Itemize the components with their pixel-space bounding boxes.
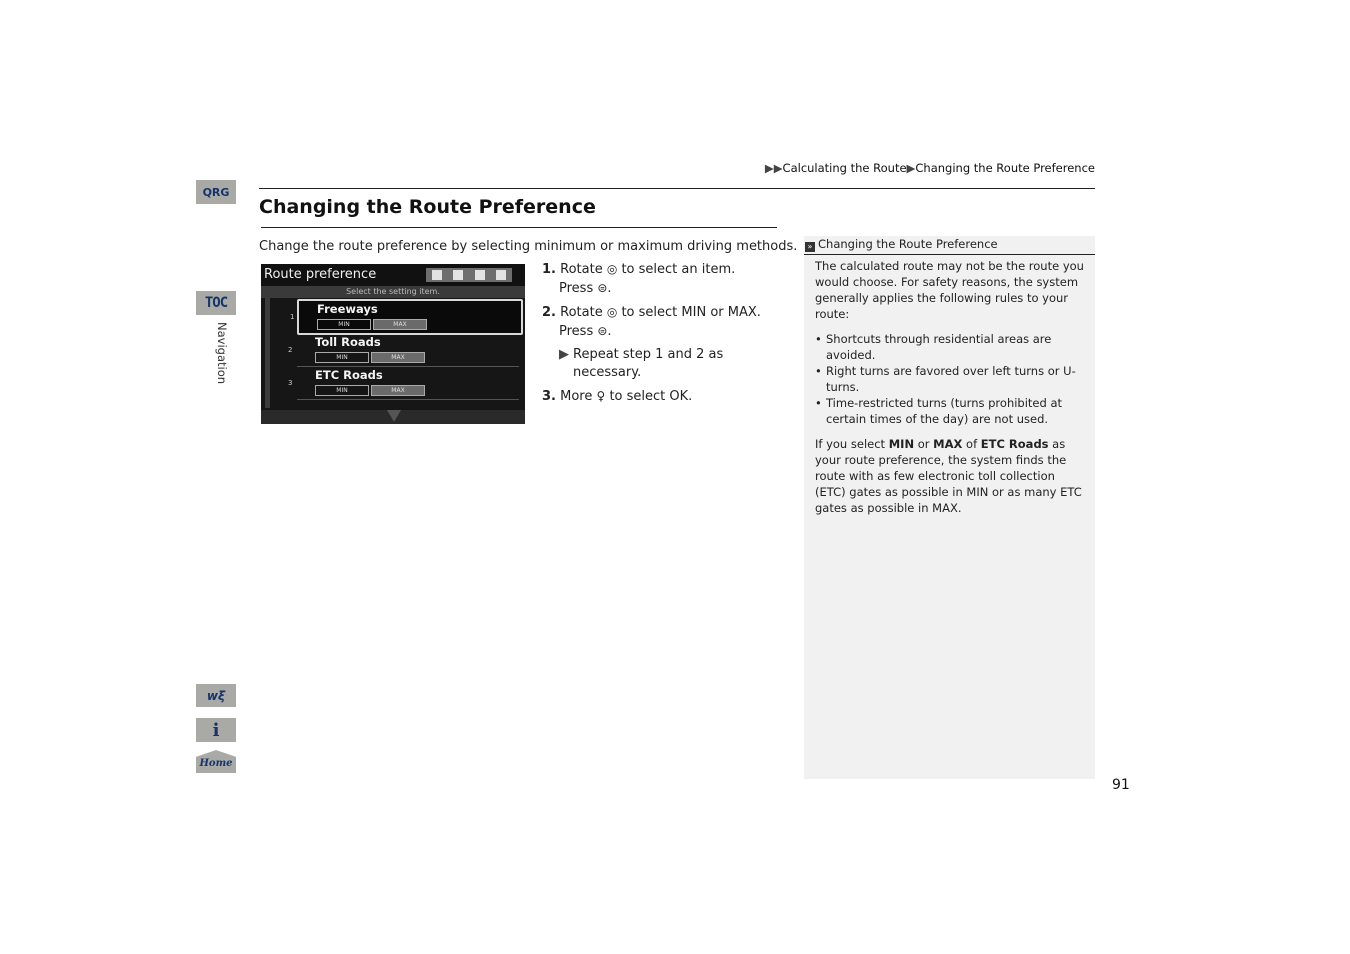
text: of bbox=[962, 437, 981, 451]
row-number: 2 bbox=[288, 346, 293, 354]
max-option: MAX bbox=[373, 319, 427, 330]
qrg-tab[interactable]: QRG bbox=[196, 180, 236, 204]
max-label: MAX bbox=[727, 305, 757, 320]
step-number: 2. bbox=[542, 305, 556, 320]
step-1: 1. Rotate ◎ to select an item. Press ⊜. bbox=[542, 262, 736, 296]
step-number: 3. bbox=[542, 389, 556, 404]
max-option: MAX bbox=[371, 385, 425, 396]
press-knob-icon: ⊜ bbox=[597, 324, 608, 338]
steps-list: 1. Rotate ◎ to select an item. Press ⊜. … bbox=[542, 260, 782, 411]
home-tab[interactable]: Home bbox=[196, 750, 236, 773]
etc-roads-row: 3 ETC Roads MIN MAX bbox=[288, 367, 519, 400]
min-term: MIN bbox=[888, 437, 915, 451]
screen-scrollbar bbox=[265, 298, 270, 408]
double-chevron-icon: » bbox=[805, 242, 815, 252]
max-term: MAX bbox=[933, 437, 963, 451]
row-number: 1 bbox=[290, 313, 295, 321]
map-icon bbox=[474, 270, 485, 280]
freeways-row: 1 Freeways MIN MAX bbox=[290, 299, 523, 335]
step-3: 3. More ♀ to select OK. bbox=[542, 387, 782, 406]
breadcrumb-arrows-icon: ▶▶ bbox=[764, 161, 783, 175]
screen-status-icons bbox=[426, 268, 512, 282]
screen-subtitle: Select the setting item. bbox=[261, 286, 525, 298]
screen-footer bbox=[261, 410, 525, 424]
voice-command-icon: wξ bbox=[206, 688, 226, 703]
screen-title: Route preference bbox=[264, 267, 377, 282]
max-option: MAX bbox=[371, 352, 425, 363]
sidebar-heading: » Changing the Route Preference bbox=[804, 236, 1095, 255]
step-text: to select bbox=[609, 389, 666, 404]
step-text: Rotate bbox=[560, 305, 603, 320]
step-text: More bbox=[560, 389, 593, 404]
step-2: 2. Rotate ◎ to select MIN or MAX. Press … bbox=[542, 305, 761, 339]
scroll-down-icon bbox=[387, 410, 401, 422]
breadcrumb: ▶▶Calculating the Route▶Changing the Rou… bbox=[765, 161, 1095, 175]
row-number: 3 bbox=[288, 379, 293, 387]
step-text: to select bbox=[621, 305, 678, 320]
row-label: Freeways bbox=[317, 302, 378, 316]
row-label: Toll Roads bbox=[315, 335, 381, 349]
step-text: Rotate bbox=[560, 262, 603, 277]
min-option: MIN bbox=[317, 319, 371, 330]
title-rule bbox=[261, 227, 777, 228]
step-text: . bbox=[688, 389, 693, 404]
note-arrow-icon: ▶ bbox=[559, 347, 569, 362]
etc-roads-term: ETC Roads bbox=[980, 437, 1049, 451]
breadcrumb-item[interactable]: Calculating the Route bbox=[783, 161, 907, 175]
intro-text: Change the route preference by selecting… bbox=[259, 239, 798, 254]
route-preference-screenshot: Route preference Select the setting item… bbox=[261, 264, 525, 424]
toll-icon bbox=[453, 270, 464, 280]
screen-header: Route preference bbox=[261, 264, 525, 287]
step-note: ▶ Repeat step 1 and 2 as necessary. bbox=[542, 346, 782, 382]
step-text: . bbox=[756, 305, 761, 320]
sidebar-bullets: Shortcuts through residential areas are … bbox=[815, 331, 1085, 427]
list-item: Right turns are favored over left turns … bbox=[815, 363, 1085, 395]
sidebar-paragraph: The calculated route may not be the rout… bbox=[815, 259, 1084, 321]
page-title: Changing the Route Preference bbox=[259, 196, 596, 218]
min-label: MIN bbox=[681, 305, 707, 320]
min-option: MIN bbox=[315, 385, 369, 396]
sidebar-body: The calculated route may not be the rout… bbox=[815, 258, 1085, 525]
toll-roads-row: 2 Toll Roads MIN MAX bbox=[288, 334, 519, 367]
rotate-knob-icon: ◎ bbox=[606, 262, 618, 276]
text: or bbox=[914, 437, 934, 451]
step-number: 1. bbox=[542, 262, 556, 277]
step-text: Press bbox=[559, 281, 594, 296]
list-item: Shortcuts through residential areas are … bbox=[815, 331, 1085, 363]
min-option: MIN bbox=[315, 352, 369, 363]
route-icon bbox=[431, 270, 442, 280]
toc-tab[interactable]: TOC bbox=[196, 291, 236, 315]
rotate-knob-icon: ◎ bbox=[606, 305, 618, 319]
sidebar-note: » Changing the Route Preference The calcu… bbox=[804, 236, 1095, 779]
move-down-knob-icon: ♀ bbox=[596, 389, 606, 403]
page-number: 91 bbox=[1112, 777, 1130, 793]
info-icon: i bbox=[212, 719, 220, 741]
breadcrumb-item[interactable]: Changing the Route Preference bbox=[915, 161, 1095, 175]
sidebar-paragraph: If you select MIN or MAX of ETC Roads as… bbox=[815, 436, 1085, 516]
lock-icon bbox=[496, 270, 507, 280]
step-text: or bbox=[710, 305, 724, 320]
section-label: Navigation bbox=[215, 322, 229, 385]
step-text: Press bbox=[559, 324, 594, 339]
header-rule bbox=[259, 188, 1095, 189]
note-text: Repeat step 1 and 2 as necessary. bbox=[573, 347, 724, 380]
step-text: to select an item. bbox=[621, 262, 736, 277]
ok-label: OK bbox=[669, 389, 689, 404]
voice-command-tab[interactable]: wξ bbox=[196, 684, 236, 707]
text: If you select bbox=[815, 437, 889, 451]
sidebar-heading-text: Changing the Route Preference bbox=[818, 237, 998, 251]
press-knob-icon: ⊜ bbox=[597, 281, 608, 295]
row-label: ETC Roads bbox=[315, 368, 383, 382]
list-item: Time-restricted turns (turns prohibited … bbox=[815, 395, 1085, 427]
info-tab[interactable]: i bbox=[196, 718, 236, 742]
